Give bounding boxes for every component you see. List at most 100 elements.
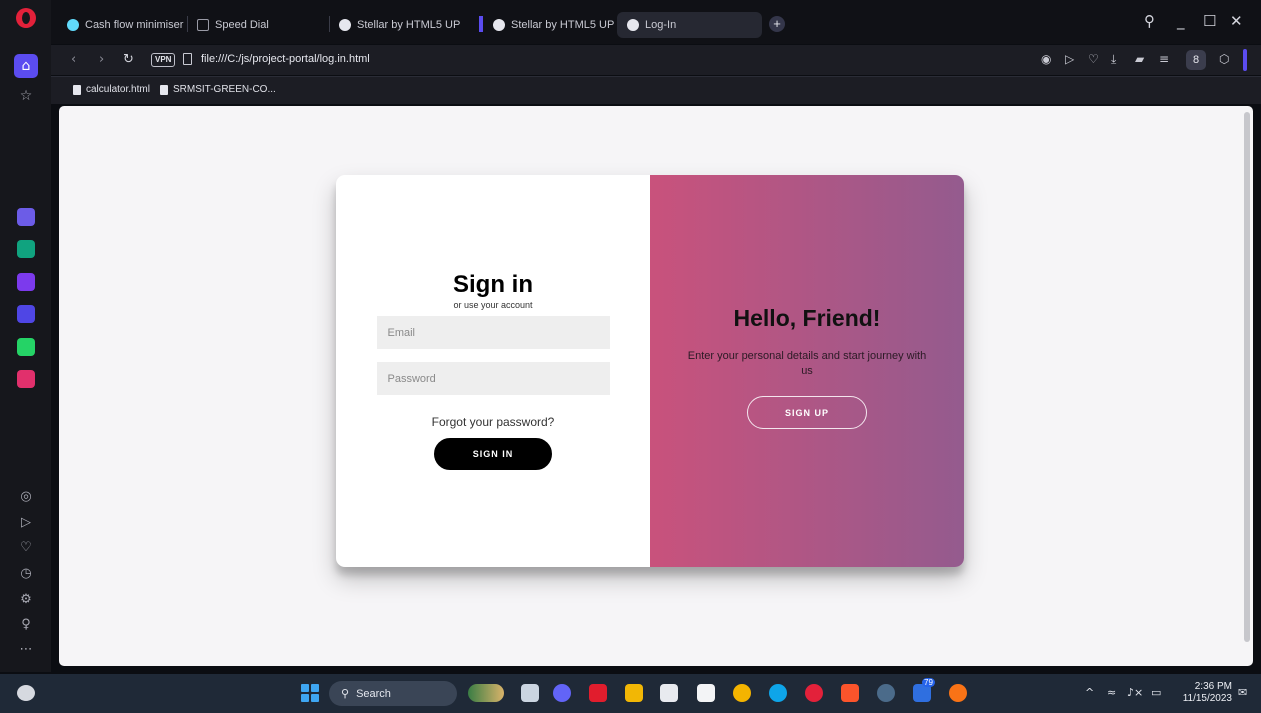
vscode-icon[interactable] <box>877 684 895 702</box>
reload-icon[interactable]: ↻ <box>123 52 134 67</box>
windows-start-icon[interactable] <box>301 684 319 702</box>
opera-gx-icon[interactable] <box>949 684 967 702</box>
tab-stellar-1[interactable]: Stellar by HTML5 UP <box>329 12 470 38</box>
battery-saver-icon[interactable]: ▰ <box>1135 52 1144 66</box>
whatsapp-icon[interactable] <box>17 338 35 356</box>
player-icon[interactable]: ◎ <box>16 486 36 506</box>
clock-time: 2:36 PM <box>1194 681 1232 692</box>
globe-favicon-icon <box>627 19 639 31</box>
easy-setup-icon[interactable]: ≡ <box>1159 52 1169 66</box>
login-container: Sign in or use your account Forgot your … <box>336 175 964 567</box>
tab-stellar-2[interactable]: Stellar by HTML5 UP <box>477 12 624 38</box>
profile-avatar[interactable]: 8 <box>1186 50 1206 70</box>
bookmark-calculator[interactable]: calculator.html <box>73 84 150 95</box>
teams-chat-icon[interactable] <box>553 684 571 702</box>
tab-separator <box>329 16 330 32</box>
signin-button[interactable]: SIGN IN <box>434 438 552 470</box>
youtube-icon[interactable] <box>589 684 607 702</box>
opera-taskbar-icon[interactable] <box>805 684 823 702</box>
messenger-icon[interactable] <box>17 305 35 323</box>
overlay-text: Enter your personal details and start jo… <box>687 350 927 377</box>
volume-muted-icon[interactable]: ♪× <box>1127 686 1143 699</box>
chrome-icon[interactable] <box>733 684 751 702</box>
amazon-icon[interactable] <box>697 684 715 702</box>
tab-search-icon[interactable]: ⚲ <box>1144 12 1155 30</box>
tab-speed-dial[interactable]: Speed Dial <box>187 12 279 38</box>
bookmark-srmsit[interactable]: SRMSIT-GREEN-CO... <box>160 84 276 95</box>
maximize-icon[interactable]: ☐ <box>1203 12 1216 30</box>
clock-date: 11/15/2023 <box>1182 693 1232 704</box>
opera-logo-icon[interactable] <box>16 8 36 28</box>
history-clock-icon[interactable]: ◷ <box>16 563 36 583</box>
search-label: Search <box>356 687 391 700</box>
instagram-icon[interactable] <box>17 370 35 388</box>
flow-icon[interactable]: ▷ <box>1065 52 1074 66</box>
page-file-icon <box>183 53 192 65</box>
notification-badge: 79 <box>922 678 935 687</box>
tab-log-in[interactable]: Log-In <box>617 12 762 38</box>
file-icon <box>73 84 81 95</box>
tab-cash-flow[interactable]: Cash flow minimiser <box>57 12 193 38</box>
overlay-title: Hello, Friend! <box>733 305 881 331</box>
bookmarks-bar: calculator.html SRMSIT-GREEN-CO... <box>51 76 1261 104</box>
url-field[interactable]: file:///C:/js/project-portal/log.in.html <box>201 53 370 65</box>
react-favicon-icon <box>67 19 79 31</box>
settings-gear-icon[interactable]: ⚙ <box>16 589 36 609</box>
close-icon[interactable]: ✕ <box>1230 12 1243 30</box>
vpn-badge[interactable]: VPN <box>151 53 176 67</box>
heart-icon[interactable]: ♡ <box>1088 52 1099 66</box>
new-tab-plus-icon[interactable]: + <box>769 16 785 32</box>
tab-strip: Cash flow minimiser Speed Dial Stellar b… <box>51 0 1261 44</box>
lightbulb-icon[interactable]: ♀ <box>16 614 36 634</box>
minimize-icon[interactable]: _ <box>1177 12 1185 30</box>
tab-label: Cash flow minimiser <box>85 19 184 31</box>
tray-chevron-up-icon[interactable]: ^ <box>1085 686 1094 699</box>
file-explorer-icon[interactable] <box>625 684 643 702</box>
chatsonic-icon[interactable] <box>17 273 35 291</box>
forward-arrow-icon[interactable]: › <box>99 52 104 67</box>
download-icon[interactable]: ⤓ <box>1111 52 1116 67</box>
back-arrow-icon[interactable]: ‹ <box>71 52 76 67</box>
signup-button[interactable]: SIGN UP <box>747 396 867 429</box>
heart-icon[interactable]: ♡ <box>16 537 36 557</box>
search-highlight-icon[interactable] <box>468 684 504 702</box>
email-input[interactable] <box>376 316 610 349</box>
password-input[interactable] <box>376 362 610 395</box>
tab-label: Speed Dial <box>215 19 269 31</box>
address-bar: ‹ › ↻ VPN file:///C:/js/project-portal/l… <box>51 45 1261 75</box>
more-dots-icon[interactable]: ⋯ <box>16 639 36 659</box>
chatgpt-icon[interactable] <box>17 240 35 258</box>
bookmark-label: calculator.html <box>86 84 150 95</box>
signin-subtitle: or use your account <box>453 300 533 310</box>
extensions-cube-icon[interactable]: ⬡ <box>1219 52 1229 66</box>
globe-favicon-icon <box>493 19 505 31</box>
outlook-icon[interactable]: 79 <box>913 678 935 702</box>
signin-form: Sign in or use your account Forgot your … <box>336 175 650 567</box>
task-view-icon[interactable] <box>521 684 539 702</box>
taskbar-clock[interactable]: 2:36 PM 11/15/2023 <box>1174 681 1232 705</box>
wifi-icon[interactable]: ≈ <box>1107 686 1116 699</box>
forgot-password-link[interactable]: Forgot your password? <box>432 415 555 429</box>
page-scrollbar[interactable] <box>1244 112 1250 642</box>
brave-icon[interactable] <box>841 684 859 702</box>
taskbar-search[interactable]: ⚲ Search <box>329 681 457 706</box>
aria-icon[interactable] <box>17 208 35 226</box>
sidebar-accent-bar <box>1243 49 1247 71</box>
notification-bell-icon[interactable]: ✉ <box>1238 686 1247 699</box>
windows-taskbar: ⚲ Search 79 ^ ≈ ♪× ▭ 2:36 PM 11/15/2023 … <box>0 674 1261 713</box>
home-icon[interactable]: ⌂ <box>14 54 38 78</box>
calculator-icon[interactable] <box>660 684 678 702</box>
overlay-panel: Hello, Friend! Enter your personal detai… <box>650 175 964 567</box>
tab-label: Log-In <box>645 19 677 31</box>
bookmarks-star-icon[interactable]: ☆ <box>14 84 38 108</box>
browser-sidebar: ⌂ ☆ ◎ ▷ ♡ ◷ ⚙ ♀ ⋯ <box>0 0 51 672</box>
camera-icon[interactable]: ◉ <box>1041 52 1051 66</box>
bookmark-label: SRMSIT-GREEN-CO... <box>173 84 276 95</box>
page-viewport: Sign in or use your account Forgot your … <box>59 106 1253 666</box>
battery-icon[interactable]: ▭ <box>1151 686 1161 699</box>
file-icon <box>160 84 168 95</box>
edge-icon[interactable] <box>769 684 787 702</box>
flow-send-icon[interactable]: ▷ <box>16 512 36 532</box>
tab-label: Stellar by HTML5 UP <box>511 19 615 31</box>
weather-icon[interactable] <box>17 685 35 701</box>
